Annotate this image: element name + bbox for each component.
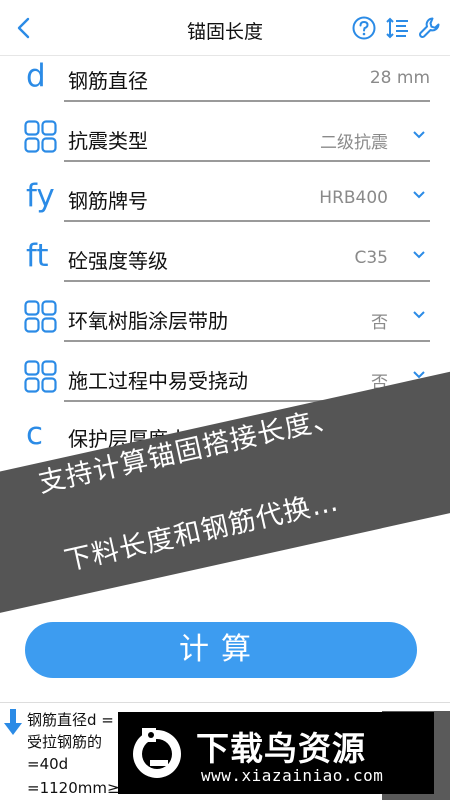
watermark-url: www.xiazainiao.com [201, 766, 384, 785]
calculate-button[interactable]: 计算 [25, 622, 417, 678]
chevron-down-icon[interactable] [412, 190, 426, 200]
row-label: 钢筋直径 [68, 69, 148, 93]
row-concrete-grade[interactable]: ft 砼强度等级 C35 [24, 232, 430, 282]
divider [64, 160, 430, 162]
app-header: 锚固长度 [0, 0, 450, 56]
steel-grade-value[interactable]: HRB400 [319, 188, 388, 208]
row-label: 施工过程中易受挠动 [68, 369, 248, 393]
arrow-down-icon[interactable] [3, 707, 23, 737]
wrench-icon[interactable] [417, 15, 443, 41]
watermark-title: 下载鸟资源 [196, 729, 366, 768]
divider [64, 100, 430, 102]
grid-icon [24, 360, 57, 393]
page-title: 锚固长度 [186, 21, 263, 43]
row-label: 抗震类型 [68, 129, 148, 153]
result-line: =40d [27, 755, 69, 773]
chevron-down-icon[interactable] [412, 310, 426, 320]
grid-icon [24, 300, 57, 333]
symbol-d: d [26, 58, 46, 94]
bird-logo-icon [133, 728, 181, 778]
row-steel-grade[interactable]: fy 钢筋牌号 HRB400 [24, 172, 430, 222]
symbol-c: c [26, 416, 44, 452]
row-label: 砼强度等级 [68, 249, 168, 273]
row-label: 环氧树脂涂层带肋 [68, 309, 228, 333]
chevron-down-icon[interactable] [412, 250, 426, 260]
row-seismic-type[interactable]: 抗震类型 二级抗震 [24, 112, 430, 162]
divider [64, 280, 430, 282]
row-epoxy-coating[interactable]: 环氧树脂涂层带肋 否 [24, 292, 430, 342]
bar-diameter-value[interactable]: 28 mm [370, 68, 430, 88]
epoxy-coating-value[interactable]: 否 [371, 308, 388, 333]
divider [64, 220, 430, 222]
row-label: 钢筋牌号 [68, 189, 148, 213]
divider [64, 340, 430, 342]
result-line: 受拉钢筋的 [27, 733, 103, 751]
help-circle-icon[interactable] [351, 15, 377, 41]
symbol-fy: fy [26, 178, 55, 214]
symbol-ft: ft [26, 238, 49, 274]
seismic-type-value[interactable]: 二级抗震 [320, 128, 388, 153]
concrete-grade-value[interactable]: C35 [354, 248, 388, 268]
row-bar-diameter[interactable]: d 钢筋直径 28 mm [24, 52, 430, 102]
grid-icon [24, 120, 57, 153]
chevron-down-icon[interactable] [412, 130, 426, 140]
sort-lines-icon[interactable] [385, 15, 411, 41]
